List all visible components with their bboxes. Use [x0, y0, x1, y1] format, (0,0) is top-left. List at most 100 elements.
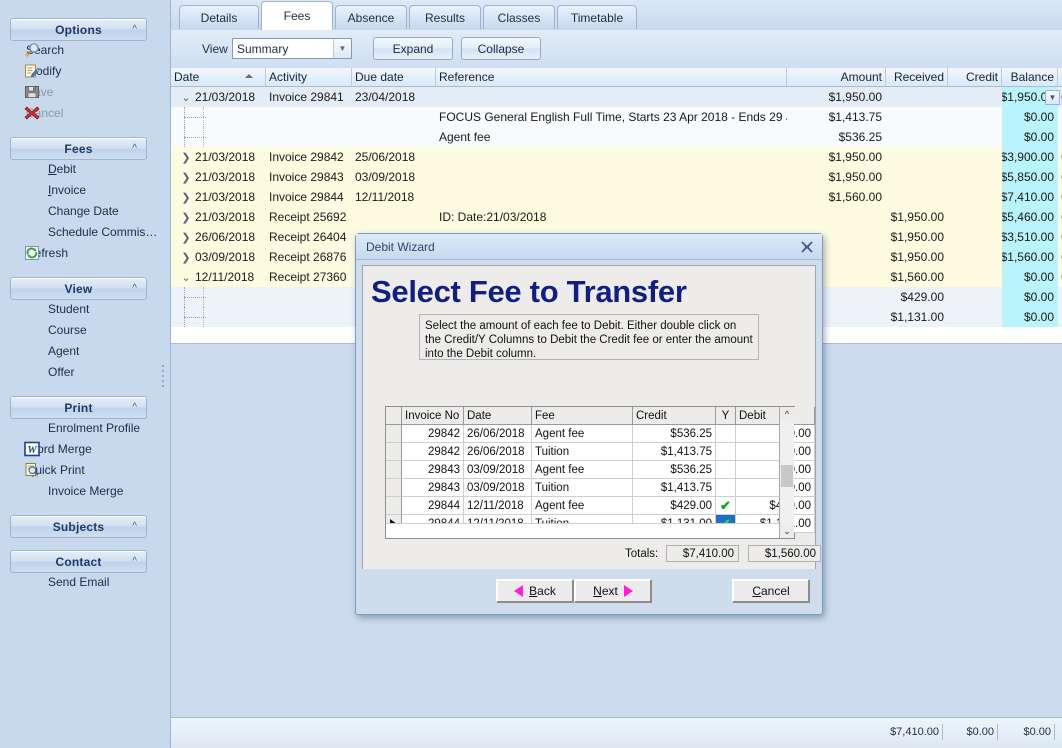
scroll-up-icon[interactable]: ^: [780, 407, 794, 421]
table-row[interactable]: FOCUS General English Full Time, Starts …: [171, 107, 1062, 127]
dialog-table-scrollbar[interactable]: ^⌄: [779, 407, 794, 538]
dialog-cell-date[interactable]: 12/11/2018: [464, 497, 532, 515]
dialog-cell-debit[interactable]: $429.00: [736, 497, 815, 515]
dialog-cell-date[interactable]: 03/09/2018: [464, 479, 532, 497]
dialog-cell-invoice[interactable]: 29844: [402, 497, 464, 515]
dialog-cell-y[interactable]: [716, 443, 736, 461]
tab-absence[interactable]: Absence: [335, 5, 407, 29]
sidebar-section-options[interactable]: Options^: [10, 18, 147, 41]
dialog-cell-y[interactable]: ✔: [716, 497, 736, 515]
dialog-cell-fee[interactable]: Agent fee: [532, 461, 633, 479]
dialog-cell-debit[interactable]: $0.00: [736, 425, 815, 443]
scrollbar-thumb[interactable]: [781, 465, 793, 487]
table-row[interactable]: ❯21/03/2018Receipt 25692ID: Date:21/03/2…: [171, 207, 1062, 227]
tab-fees[interactable]: Fees: [261, 1, 333, 30]
sidebar-item-quick-print[interactable]: Quick Print: [0, 459, 157, 480]
grid-column-header-amount[interactable]: Amount: [787, 68, 886, 86]
dialog-column-header-credit[interactable]: Credit: [633, 407, 716, 425]
next-button[interactable]: Next: [574, 579, 652, 603]
chevron-up-icon[interactable]: ^: [132, 284, 137, 294]
dialog-cell-debit[interactable]: $0.00: [736, 443, 815, 461]
dialog-cell-credit[interactable]: $429.00: [633, 497, 716, 515]
sidebar-item-invoice[interactable]: Invoice: [0, 179, 157, 200]
dialog-column-header-fee[interactable]: Fee: [532, 407, 633, 425]
dialog-table-row[interactable]: 2984226/06/2018Tuition$1,413.75$0.00: [386, 443, 780, 461]
dialog-cell-date[interactable]: 03/09/2018: [464, 461, 532, 479]
dialog-cell-credit[interactable]: $536.25: [633, 425, 716, 443]
sidebar-item-invoice-merge[interactable]: Invoice Merge: [0, 480, 157, 501]
dialog-cell-debit[interactable]: $0.00: [736, 479, 815, 497]
dialog-table-row[interactable]: 2984412/11/2018Agent fee$429.00✔$429.00: [386, 497, 780, 515]
grid-column-header-activity[interactable]: Activity: [266, 68, 352, 86]
dialog-cell-date[interactable]: 26/06/2018: [464, 443, 532, 461]
sidebar-item-word-merge[interactable]: WWord Merge: [0, 438, 157, 459]
sidebar-item-enrolment-profile[interactable]: Enrolment Profile: [0, 417, 157, 438]
chevron-down-icon[interactable]: ▼: [333, 39, 351, 58]
grid-column-header-balance[interactable]: Balance: [1002, 68, 1058, 86]
dialog-cell-invoice[interactable]: 29842: [402, 425, 464, 443]
table-row[interactable]: ❯21/03/2018Invoice 2984412/11/2018$1,560…: [171, 187, 1062, 207]
sidebar-item-student[interactable]: Student: [0, 298, 157, 319]
sidebar-item-agent[interactable]: Agent: [0, 340, 157, 361]
dialog-cell-y[interactable]: [716, 461, 736, 479]
chevron-up-icon[interactable]: ^: [132, 144, 137, 154]
dialog-titlebar[interactable]: Debit Wizard: [356, 234, 822, 260]
expand-button[interactable]: Expand: [373, 37, 453, 60]
chevron-up-icon[interactable]: ^: [132, 522, 137, 532]
sidebar-section-subjects[interactable]: Subjects^: [10, 515, 147, 538]
dialog-column-header-date[interactable]: Date: [464, 407, 532, 425]
table-row[interactable]: ⌄21/03/2018Invoice 2984123/04/2018$1,950…: [171, 87, 1062, 107]
tab-results[interactable]: Results: [409, 5, 481, 29]
dialog-cell-y[interactable]: [716, 425, 736, 443]
dialog-row-selector[interactable]: [386, 443, 402, 461]
table-row[interactable]: ❯21/03/2018Invoice 2984225/06/2018$1,950…: [171, 147, 1062, 167]
dialog-row-selector[interactable]: [386, 497, 402, 515]
sidebar-item-course[interactable]: Course: [0, 319, 157, 340]
sidebar-section-contact[interactable]: Contact^: [10, 550, 147, 573]
table-row[interactable]: ❯21/03/2018Invoice 2984303/09/2018$1,950…: [171, 167, 1062, 187]
chevron-up-icon[interactable]: ^: [132, 403, 137, 413]
payee-dropdown-button[interactable]: ▼: [1045, 90, 1060, 105]
sidebar-item-modify[interactable]: Modify: [0, 60, 157, 81]
dialog-cell-fee[interactable]: Tuition: [532, 479, 633, 497]
collapse-button[interactable]: Collapse: [461, 37, 541, 60]
dialog-cell-credit[interactable]: $536.25: [633, 461, 716, 479]
sidebar-item-search[interactable]: Search: [0, 39, 157, 60]
grid-column-header-reference[interactable]: Reference: [436, 68, 787, 86]
grid-column-header-due[interactable]: Due date: [352, 68, 436, 86]
sidebar-splitter[interactable]: [157, 0, 171, 748]
dialog-cell-y[interactable]: [716, 479, 736, 497]
grid-column-header-credit[interactable]: Credit: [948, 68, 1002, 86]
dialog-row-selector[interactable]: [386, 425, 402, 443]
sidebar-item-change-date[interactable]: Change Date: [0, 200, 157, 221]
grid-column-header-date[interactable]: Date: [171, 68, 266, 86]
sidebar-item-schedule-commis[interactable]: Schedule Commis…: [0, 221, 157, 242]
chevron-up-icon[interactable]: ^: [132, 25, 137, 35]
dialog-cell-fee[interactable]: Agent fee: [532, 497, 633, 515]
tab-timetable[interactable]: Timetable: [557, 5, 637, 29]
dialog-table-row[interactable]: 2984303/09/2018Agent fee$536.25$0.00: [386, 461, 780, 479]
dialog-cell-fee[interactable]: Tuition: [532, 443, 633, 461]
dialog-cell-invoice[interactable]: 29843: [402, 479, 464, 497]
view-select[interactable]: Summary ▼: [232, 38, 352, 59]
sidebar-item-cancel[interactable]: Cancel: [0, 102, 157, 123]
dialog-cell-fee[interactable]: Agent fee: [532, 425, 633, 443]
tab-classes[interactable]: Classes: [483, 5, 555, 29]
dialog-cell-date[interactable]: 26/06/2018: [464, 425, 532, 443]
sidebar-item-save[interactable]: Save: [0, 81, 157, 102]
dialog-cell-invoice[interactable]: 29843: [402, 461, 464, 479]
scroll-down-icon[interactable]: ⌄: [780, 524, 794, 538]
dialog-cell-invoice[interactable]: 29842: [402, 443, 464, 461]
dialog-row-selector[interactable]: [386, 461, 402, 479]
back-button[interactable]: Back: [496, 579, 574, 603]
sidebar-item-offer[interactable]: Offer: [0, 361, 157, 382]
cancel-button[interactable]: Cancel: [732, 579, 810, 603]
dialog-cell-credit[interactable]: $1,413.75: [633, 443, 716, 461]
dialog-column-header-y[interactable]: Y: [716, 407, 736, 425]
dialog-column-header-debit[interactable]: Debit: [736, 407, 815, 425]
dialog-column-header-invoice[interactable]: Invoice No: [402, 407, 464, 425]
sidebar-section-fees[interactable]: Fees^: [10, 137, 147, 160]
table-row[interactable]: Agent fee$536.25$0.00: [171, 127, 1062, 147]
dialog-cell-debit[interactable]: $0.00: [736, 461, 815, 479]
dialog-row-selector[interactable]: [386, 479, 402, 497]
